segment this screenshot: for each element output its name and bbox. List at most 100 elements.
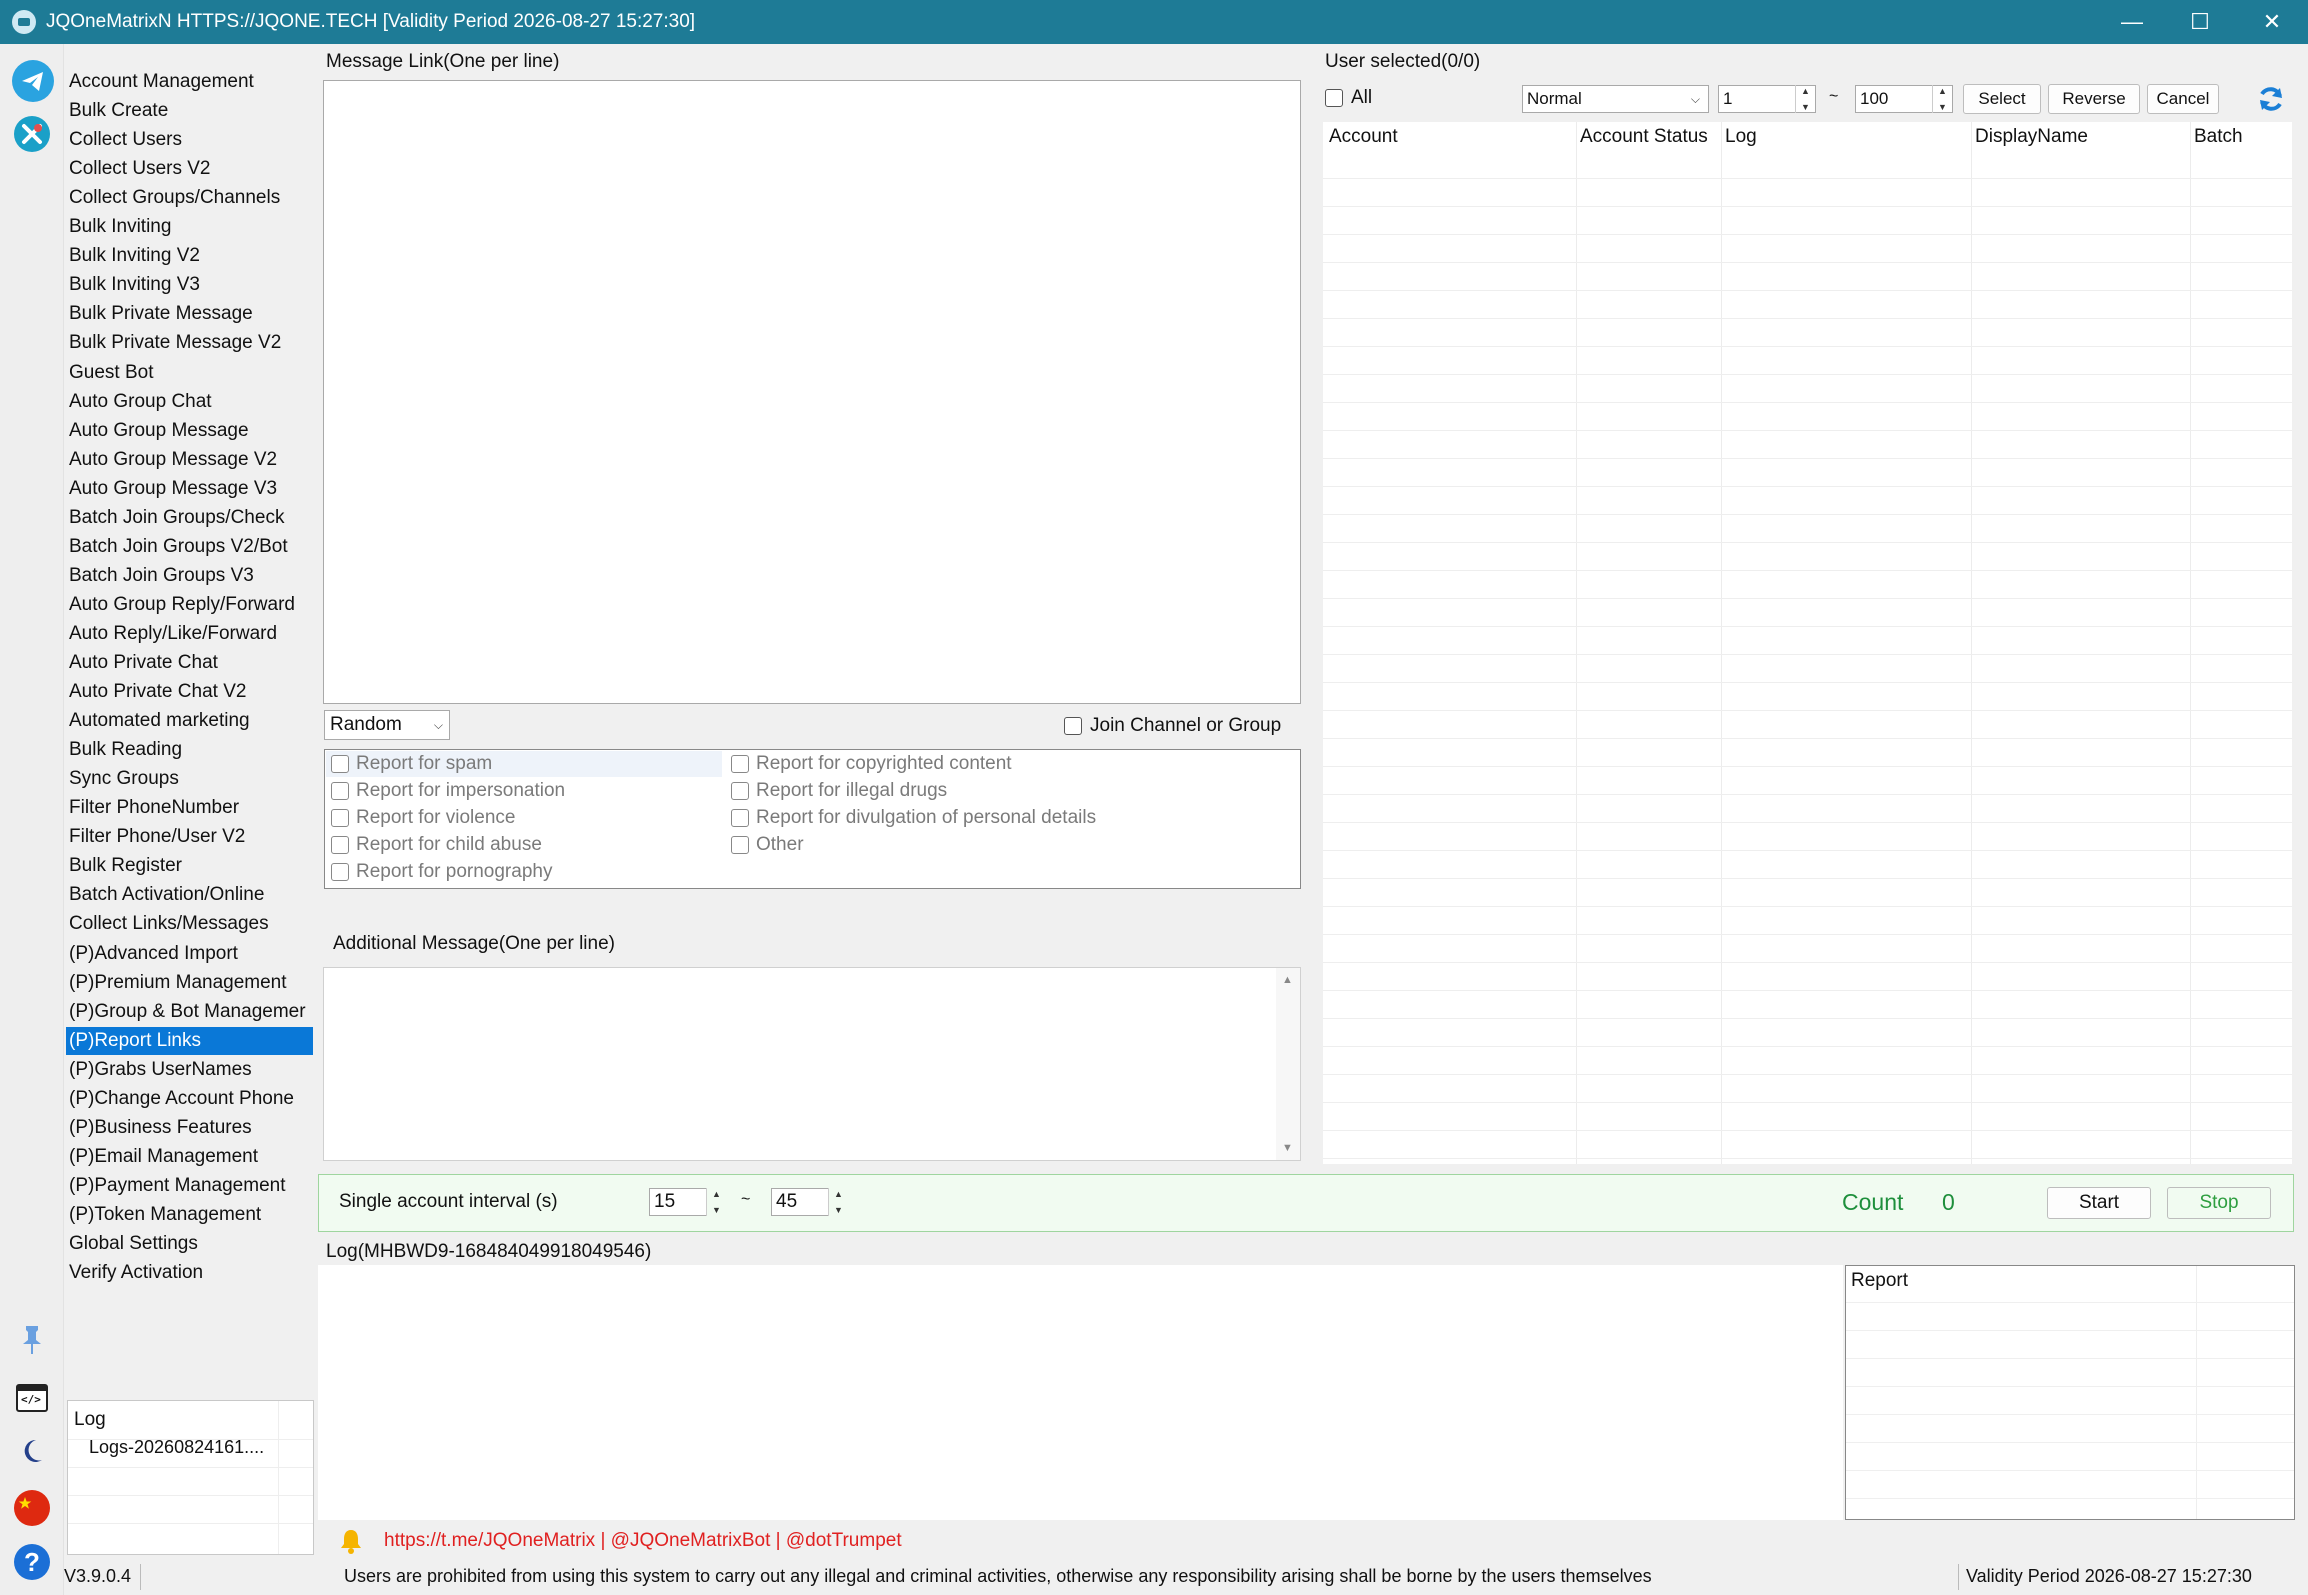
stop-button[interactable]: Stop xyxy=(2167,1187,2271,1219)
range-to-stepper[interactable] xyxy=(1932,85,1952,113)
menu-item[interactable]: Collect Links/Messages xyxy=(66,910,313,938)
minimize-button[interactable]: — xyxy=(2098,0,2166,44)
cancel-button[interactable]: Cancel xyxy=(2147,84,2219,114)
interval-max-input[interactable]: 45 xyxy=(771,1188,829,1216)
menu-item[interactable]: Guest Bot xyxy=(66,359,313,387)
table-column-header[interactable]: Batch xyxy=(2194,122,2243,152)
menu-item[interactable]: Auto Group Message V3 xyxy=(66,475,313,503)
menu-item[interactable]: (P)Business Features xyxy=(66,1114,313,1142)
scroll-down-icon[interactable]: ▼ xyxy=(1282,1142,1293,1154)
china-flag-icon[interactable] xyxy=(14,1490,50,1526)
log-output-area[interactable] xyxy=(318,1265,1843,1520)
menu-item[interactable]: (P)Email Management xyxy=(66,1143,313,1171)
scrollbar[interactable]: ▲ ▼ xyxy=(1276,968,1300,1160)
menu-item[interactable]: Collect Groups/Channels xyxy=(66,184,313,212)
menu-item[interactable]: Bulk Create xyxy=(66,97,313,125)
report-option-label: Report for child abuse xyxy=(356,834,542,855)
report-list[interactable]: Report xyxy=(1845,1265,2295,1520)
menu-item[interactable]: Global Settings xyxy=(66,1230,313,1258)
table-column-header[interactable]: Account Status xyxy=(1580,122,1708,152)
interval-min-input[interactable]: 15 xyxy=(649,1188,707,1216)
table-row xyxy=(1323,626,2292,627)
start-button[interactable]: Start xyxy=(2047,1187,2151,1219)
report-option-checkbox[interactable] xyxy=(731,809,749,827)
maximize-button[interactable]: ☐ xyxy=(2166,0,2234,44)
report-option-checkbox[interactable] xyxy=(331,809,349,827)
table-column-header[interactable]: Log xyxy=(1725,122,1757,152)
menu-item[interactable]: (P)Group & Bot Managemer xyxy=(66,998,313,1026)
menu-item[interactable]: Bulk Inviting xyxy=(66,213,313,241)
menu-item[interactable]: Bulk Reading xyxy=(66,736,313,764)
report-option-checkbox[interactable] xyxy=(731,782,749,800)
table-column-header[interactable]: Account xyxy=(1329,122,1398,152)
menu-item[interactable]: Filter PhoneNumber xyxy=(66,794,313,822)
interval-max-stepper[interactable] xyxy=(828,1188,848,1216)
contact-links[interactable]: https://t.me/JQOneMatrix | @JQOneMatrixB… xyxy=(384,1530,902,1552)
mode-select[interactable]: Random ⌵ xyxy=(324,710,450,740)
report-header: Report xyxy=(1851,1270,1909,1291)
menu-item[interactable]: (P)Premium Management xyxy=(66,969,313,997)
reverse-button[interactable]: Reverse xyxy=(2048,84,2140,114)
pin-icon[interactable] xyxy=(20,1324,44,1362)
interval-min-stepper[interactable] xyxy=(706,1188,726,1216)
menu-item[interactable]: Automated marketing xyxy=(66,707,313,735)
telegram-icon[interactable] xyxy=(12,60,54,102)
menu-item[interactable]: Account Management xyxy=(66,68,313,96)
close-button[interactable]: ✕ xyxy=(2238,0,2306,44)
report-option-checkbox[interactable] xyxy=(731,836,749,854)
side-log-entry[interactable]: Logs-20260824161.... xyxy=(89,1437,264,1458)
menu-item[interactable]: Batch Join Groups V2/Bot xyxy=(66,533,313,561)
menu-item[interactable]: Batch Activation/Online xyxy=(66,881,313,909)
moon-icon[interactable] xyxy=(20,1438,44,1470)
menu-item[interactable]: Bulk Register xyxy=(66,852,313,880)
menu-item[interactable]: Auto Private Chat V2 xyxy=(66,678,313,706)
menu-item[interactable]: (P)Payment Management xyxy=(66,1172,313,1200)
menu-item[interactable]: Filter Phone/User V2 xyxy=(66,823,313,851)
refresh-icon[interactable] xyxy=(2256,84,2286,120)
menu-item[interactable]: (P)Grabs UserNames xyxy=(66,1056,313,1084)
table-row xyxy=(1323,1018,2292,1019)
menu-item[interactable]: Verify Activation xyxy=(66,1259,313,1287)
report-option-checkbox[interactable] xyxy=(331,755,349,773)
help-icon[interactable]: ? xyxy=(14,1544,50,1580)
select-all-checkbox[interactable] xyxy=(1325,89,1343,107)
menu-item[interactable]: Auto Group Message xyxy=(66,417,313,445)
join-channel-checkbox[interactable] xyxy=(1064,717,1082,735)
tools-icon[interactable] xyxy=(14,116,50,152)
menu-item[interactable]: Auto Group Message V2 xyxy=(66,446,313,474)
table-row xyxy=(1323,374,2292,375)
menu-item[interactable]: Auto Group Chat xyxy=(66,388,313,416)
message-link-textarea[interactable] xyxy=(323,80,1301,704)
table-column-header[interactable]: DisplayName xyxy=(1975,122,2088,152)
menu-item[interactable]: (P)Report Links xyxy=(66,1026,313,1055)
report-option-label: Report for illegal drugs xyxy=(756,780,948,801)
additional-message-textarea[interactable]: ▲ ▼ xyxy=(323,967,1301,1161)
account-type-select[interactable]: Normal ⌵ xyxy=(1522,85,1709,113)
scroll-up-icon[interactable]: ▲ xyxy=(1282,974,1293,986)
menu-item[interactable]: (P)Token Management xyxy=(66,1201,313,1229)
menu-item[interactable]: Bulk Inviting V2 xyxy=(66,242,313,270)
menu-item[interactable]: Sync Groups xyxy=(66,765,313,793)
menu-item[interactable]: (P)Advanced Import xyxy=(66,940,313,968)
menu-item[interactable]: Batch Join Groups/Check xyxy=(66,504,313,532)
menu-item[interactable]: Batch Join Groups V3 xyxy=(66,562,313,590)
users-table[interactable]: Account Account Status Log DisplayName Batch xyxy=(1323,122,2292,1164)
report-option-checkbox[interactable] xyxy=(331,836,349,854)
menu-item[interactable]: Bulk Private Message V2 xyxy=(66,329,313,357)
report-option-checkbox[interactable] xyxy=(331,863,349,881)
menu-item[interactable]: (P)Change Account Phone xyxy=(66,1085,313,1113)
menu-item[interactable]: Collect Users V2 xyxy=(66,155,313,183)
menu-item[interactable]: Auto Private Chat xyxy=(66,649,313,677)
report-option-checkbox[interactable] xyxy=(331,782,349,800)
menu-item[interactable]: Auto Group Reply/Forward xyxy=(66,591,313,619)
table-column-divider xyxy=(1721,122,1722,1164)
menu-item[interactable]: Bulk Inviting V3 xyxy=(66,271,313,299)
side-log-list[interactable]: Log Logs-20260824161.... xyxy=(67,1400,314,1555)
range-from-stepper[interactable] xyxy=(1795,85,1815,113)
menu-item[interactable]: Bulk Private Message xyxy=(66,300,313,328)
menu-item[interactable]: Auto Reply/Like/Forward xyxy=(66,620,313,648)
report-option-checkbox[interactable] xyxy=(731,755,749,773)
menu-item[interactable]: Collect Users xyxy=(66,126,313,154)
select-button[interactable]: Select xyxy=(1963,84,2041,114)
code-window-icon[interactable]: </> xyxy=(16,1384,48,1412)
